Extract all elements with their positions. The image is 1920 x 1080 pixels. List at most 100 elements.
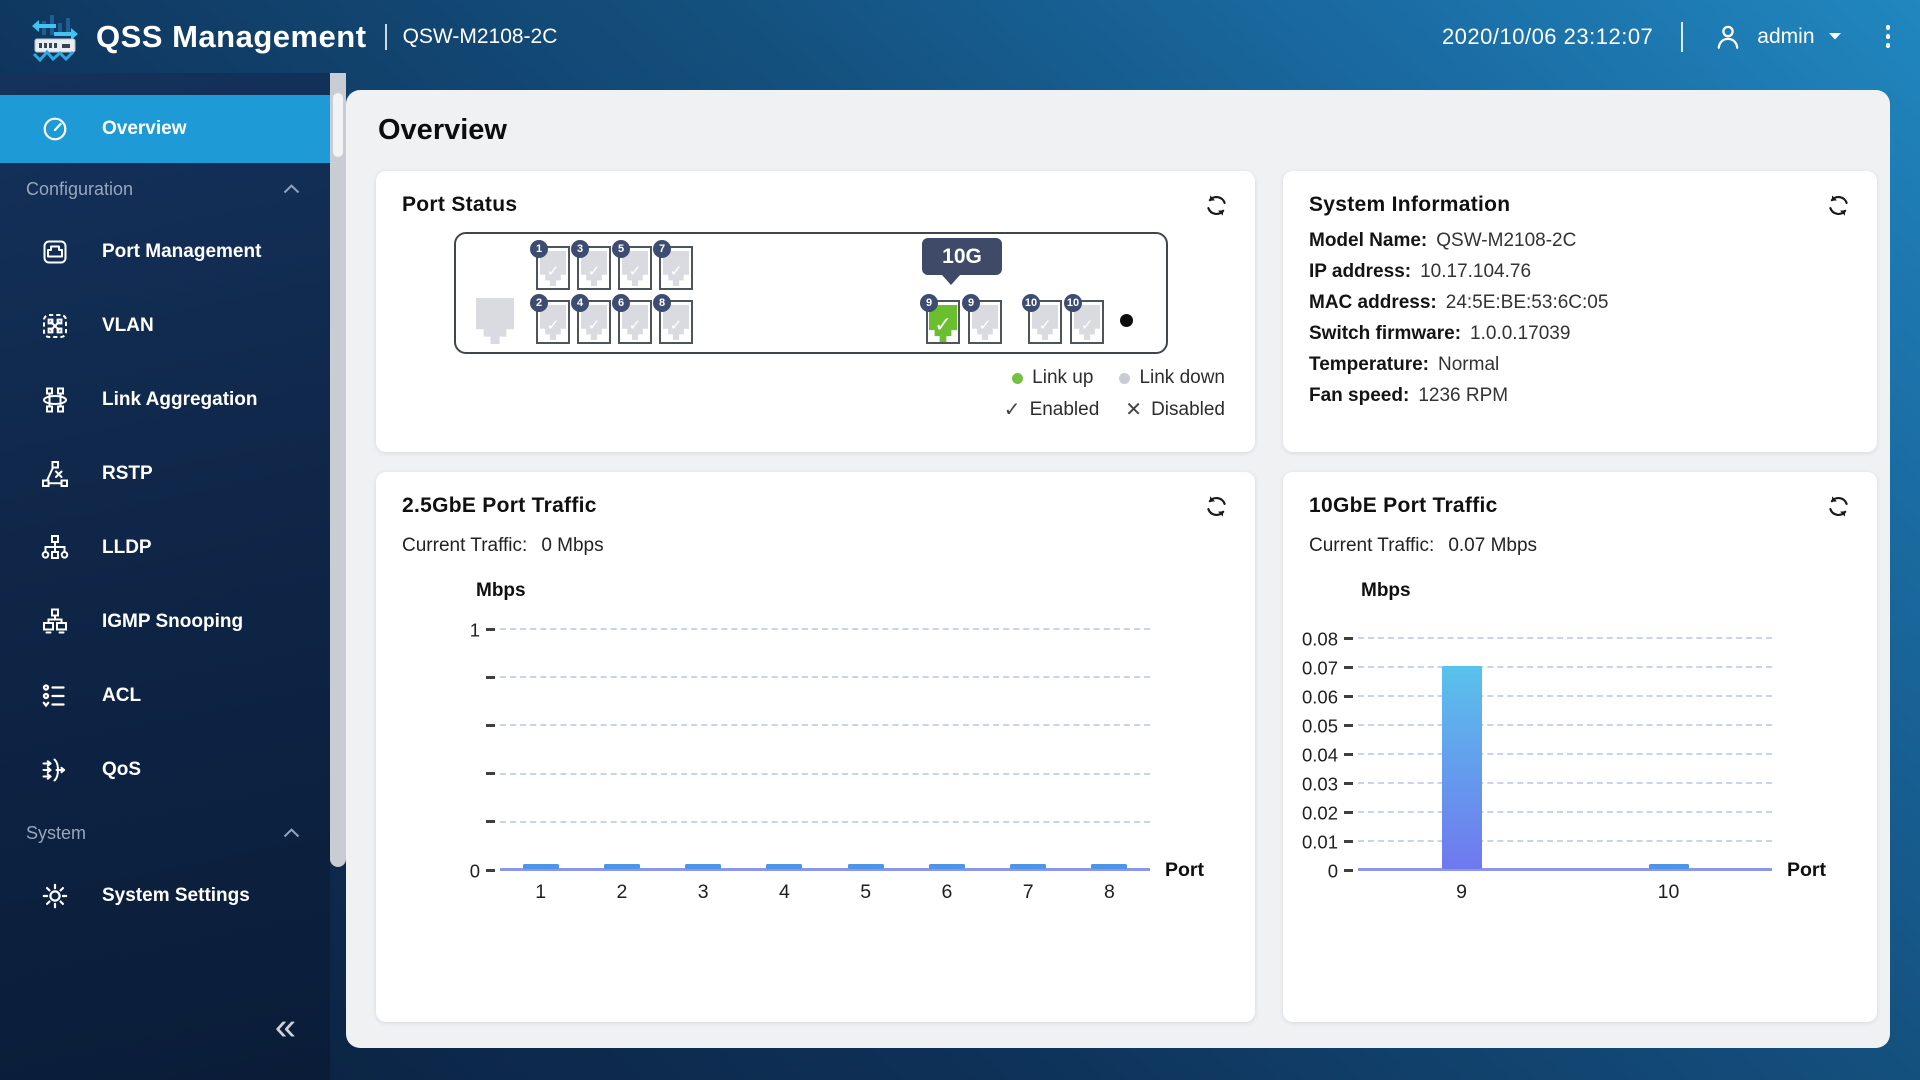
gridline — [1344, 694, 1772, 698]
y-tick-label: 0.01 — [1301, 830, 1338, 852]
x-tick-label: 2 — [616, 881, 628, 903]
port-6[interactable]: 6 ✓ — [612, 294, 652, 344]
refresh-button[interactable] — [1204, 494, 1229, 519]
port-10[interactable]: 10 ✓ — [1064, 294, 1104, 344]
port-2[interactable]: 2 ✓ — [530, 294, 570, 344]
y-axis-unit: Mbps — [476, 580, 526, 601]
sidebar-item-lldp[interactable]: LLDP — [0, 511, 330, 585]
app-title: QSS Management — [96, 18, 367, 54]
port-5[interactable]: 5 ✓ — [612, 240, 652, 290]
y-tick-label: 1 — [469, 618, 480, 640]
port-number-badge: 3 — [571, 240, 589, 258]
acl-icon — [42, 684, 65, 708]
x-tick-label: 3 — [697, 881, 709, 903]
card-title: System Information — [1309, 193, 1511, 216]
port-number-badge: 8 — [653, 294, 671, 312]
current-traffic-label: Current Traffic: — [402, 535, 528, 556]
x-tick-label: 7 — [1022, 881, 1034, 903]
card-title: 10GbE Port Traffic — [1309, 494, 1498, 517]
username[interactable]: admin — [1757, 25, 1814, 49]
more-options-icon[interactable] — [1882, 21, 1895, 52]
link-aggregation-icon — [43, 387, 67, 413]
user-icon[interactable] — [1713, 22, 1743, 52]
port-1[interactable]: 1 ✓ — [530, 240, 570, 290]
switch-diagram: 10G 1 ✓ 3 ✓ 5 ✓ 7 ✓ 2 ✓ 4 ✓ 6 ✓ 8 ✓ 9 ✓ 9 ✓ 10 ✓ 10 ✓ — [454, 232, 1168, 354]
sidebar-item-igmp-snooping[interactable]: IGMP Snooping — [0, 585, 330, 659]
info-row-ip: IP address: 10.17.104.76 — [1309, 261, 1532, 282]
sidebar-item-firmware-update[interactable]: Firmware Update — [0, 933, 330, 953]
port-9[interactable]: 9 ✓ — [962, 294, 1002, 344]
app-logo-icon — [32, 14, 78, 62]
sidebar-item-system-settings[interactable]: System Settings — [0, 859, 330, 933]
y-tick-label: 0.07 — [1301, 656, 1338, 678]
port-number-badge: 4 — [571, 294, 589, 312]
system-settings-icon — [42, 883, 68, 909]
rstp-icon — [42, 461, 68, 487]
port-number-badge: 10 — [1022, 294, 1040, 312]
enabled-check-icon: ✓ — [628, 263, 642, 281]
card-title: 2.5GbE Port Traffic — [402, 494, 597, 517]
sidebar-scrollbar[interactable] — [330, 73, 346, 867]
datetime: 2020/10/06 23:12:07 — [1441, 23, 1654, 49]
enabled-check-icon: ✓ — [546, 263, 560, 281]
port-3[interactable]: 3 ✓ — [571, 240, 611, 290]
sidebar-item-qos[interactable]: QoS — [0, 733, 330, 807]
chevron-up-icon — [283, 184, 300, 194]
port-4[interactable]: 4 ✓ — [571, 294, 611, 344]
x-tick-label: 6 — [941, 881, 953, 903]
refresh-button[interactable] — [1204, 193, 1229, 218]
bar-port-6 — [928, 864, 965, 869]
sidebar-item-overview[interactable]: Overview — [0, 95, 330, 163]
legend-enabled: Enabled — [1029, 398, 1100, 420]
x-axis-baseline — [1344, 868, 1772, 872]
legend-link-down: Link down — [1139, 367, 1225, 388]
port-9[interactable]: 9 ✓ — [920, 294, 960, 344]
port-10[interactable]: 10 ✓ — [1022, 294, 1062, 344]
sidebar-item-rstp[interactable]: RSTP — [0, 437, 330, 511]
sidebar: Overview Configuration Port Management V… — [0, 73, 330, 1080]
sidebar-item-vlan[interactable]: VLAN — [0, 289, 330, 363]
port-number-badge: 6 — [612, 294, 630, 312]
legend-link-up: Link up — [1032, 367, 1094, 388]
port-number-badge: 9 — [962, 294, 980, 312]
overview-icon — [43, 117, 67, 141]
port-status-legend: Link up Link down ✓ Enabled ✕ Disabled — [402, 367, 1229, 422]
brand: QSS Management QSW-M2108-2C — [26, 9, 557, 65]
sidebar-item-link-aggregation[interactable]: Link Aggregation — [0, 363, 330, 437]
enabled-check-icon: ✓ — [978, 317, 992, 335]
x-tick-label: 10 — [1657, 881, 1680, 903]
sidebar-section-system[interactable]: System — [0, 807, 330, 859]
current-traffic-value: 0 Mbps — [541, 535, 604, 556]
sidebar-scrollbar-thumb[interactable] — [333, 93, 343, 157]
port-8[interactable]: 8 ✓ — [653, 294, 693, 344]
enabled-check-icon: ✓ — [587, 263, 601, 281]
refresh-button[interactable] — [1826, 494, 1851, 519]
sidebar-nav: Overview Configuration Port Management V… — [0, 73, 330, 953]
gridline — [486, 820, 1150, 824]
y-tick-label: 0.06 — [1301, 685, 1338, 707]
gridline — [486, 627, 1150, 631]
card-2-5gbe-traffic: 2.5GbE Port Traffic Current Traffic: 0 M… — [376, 472, 1255, 1022]
console-port — [476, 298, 514, 344]
bar-port-1 — [522, 864, 559, 869]
bar-port-4 — [766, 864, 803, 869]
card-system-information: System Information Model Name: QSW-M2108-… — [1283, 171, 1877, 452]
bar-port-8 — [1091, 864, 1128, 869]
enabled-check-icon: ✓ — [1038, 317, 1052, 335]
sidebar-item-port-management[interactable]: Port Management — [0, 215, 330, 289]
x-axis-label: Port — [1165, 859, 1204, 881]
sidebar-item-acl[interactable]: ACL — [0, 659, 330, 733]
qos-icon — [42, 758, 66, 782]
port-7[interactable]: 7 ✓ — [653, 240, 693, 290]
refresh-button[interactable] — [1826, 193, 1851, 218]
y-tick-label: 0.02 — [1301, 801, 1338, 823]
gridline — [1344, 752, 1772, 756]
device-model: QSW-M2108-2C — [402, 24, 558, 48]
status-led-dot — [1120, 314, 1133, 327]
sidebar-section-configuration[interactable]: Configuration — [0, 163, 330, 215]
current-traffic-label: Current Traffic: — [1309, 535, 1435, 556]
card-port-status: Port Status 10G 1 ✓ 3 ✓ 5 ✓ 7 ✓ 2 ✓ 4 ✓ 6 ✓ 8 ✓ 9 ✓ 9 ✓ 10 ✓ 1… — [376, 171, 1255, 452]
chevron-down-icon[interactable] — [1828, 32, 1842, 41]
lldp-icon — [41, 535, 69, 559]
collapse-sidebar-icon[interactable]: « — [275, 1008, 296, 1046]
